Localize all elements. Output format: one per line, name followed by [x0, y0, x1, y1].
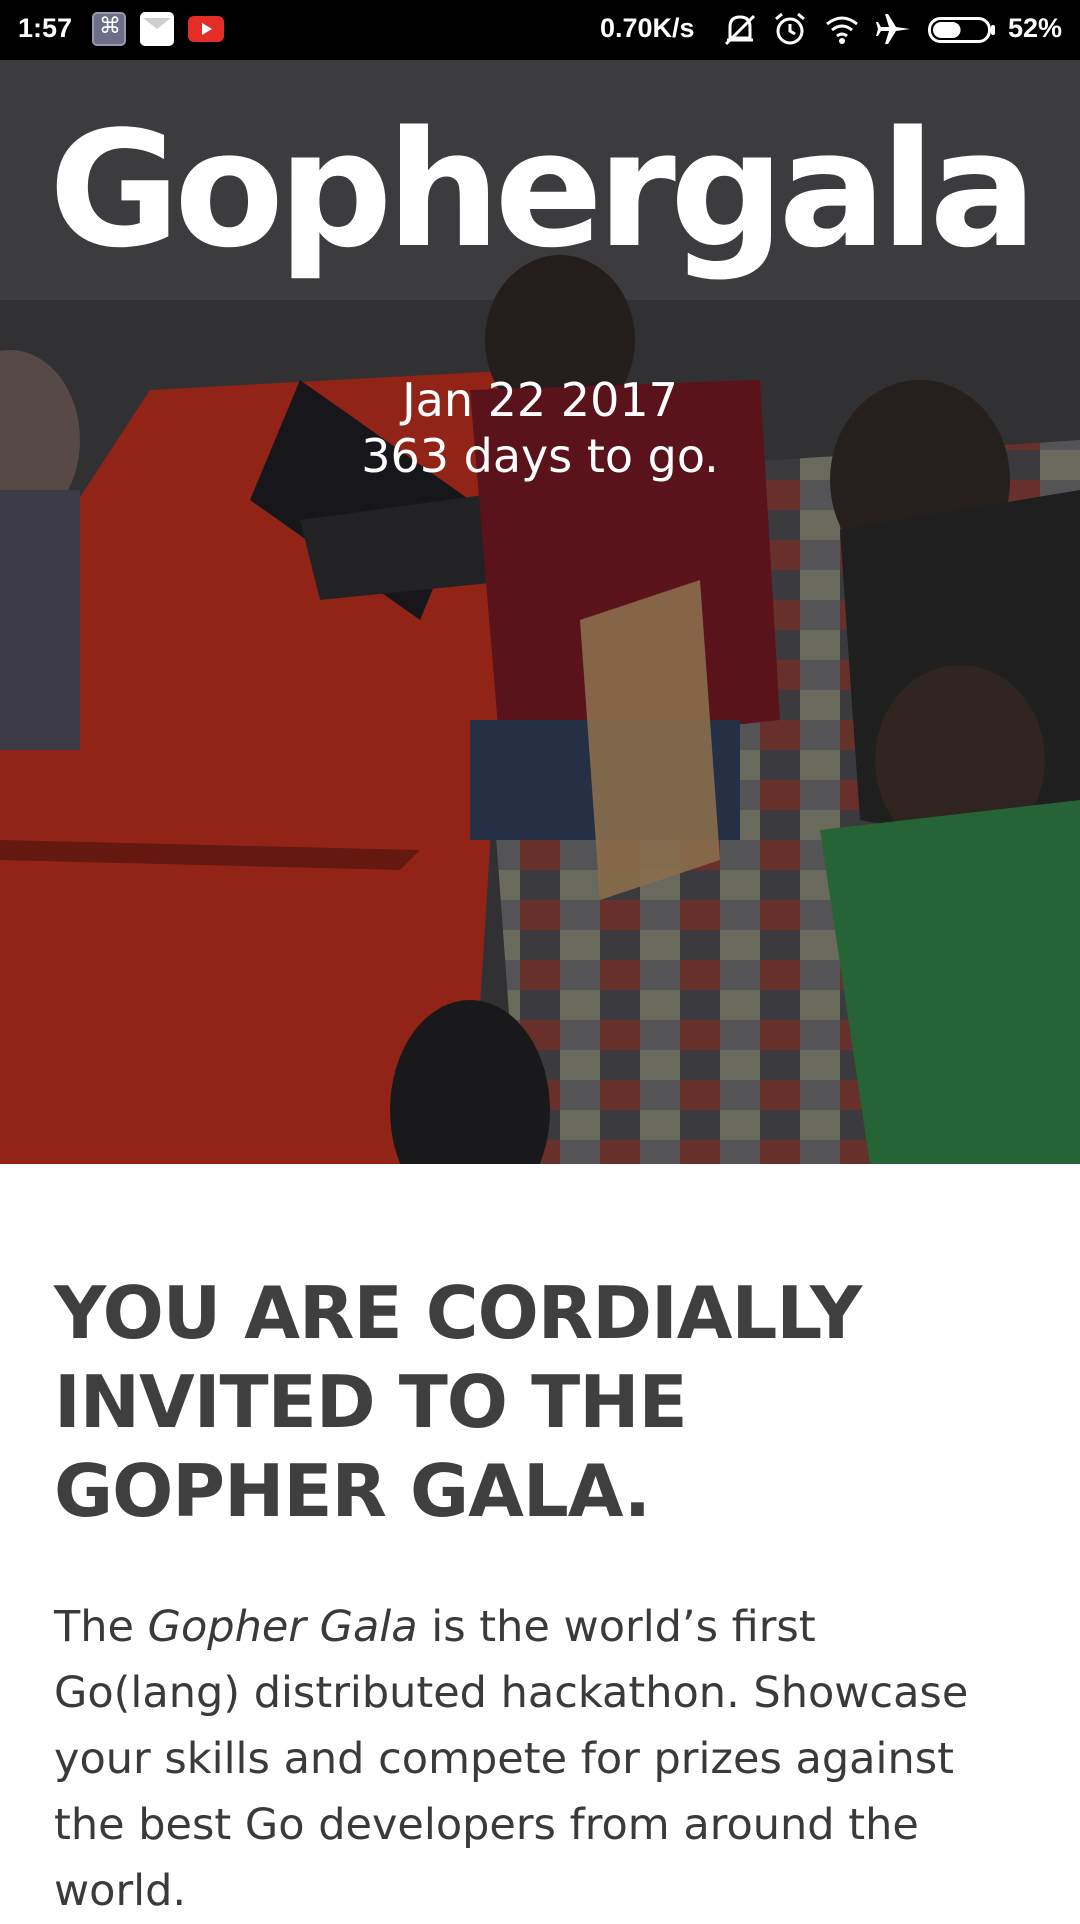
battery-icon — [928, 17, 996, 43]
hero-banner: Gophergala Jan 22 2017 363 days to go. — [0, 60, 1080, 1164]
hero-title: Gophergala — [48, 96, 1037, 283]
misc-app-icon — [92, 12, 126, 46]
intro-paragraph: The Gopher Gala is the world’s first Go(… — [54, 1594, 1014, 1924]
intro-prefix: The — [54, 1602, 148, 1652]
status-bar: 1:57 0.70K/s 52% — [0, 0, 1080, 60]
intro-emphasis: Gopher Gala — [147, 1602, 418, 1652]
battery-percent: 52% — [1008, 13, 1063, 43]
countdown-text: 363 days to go. — [361, 429, 719, 483]
status-time: 1:57 — [18, 13, 73, 43]
mail-icon — [140, 12, 174, 46]
event-date: Jan 22 2017 — [402, 373, 678, 427]
youtube-icon — [188, 16, 224, 42]
alarm-icon — [772, 10, 808, 48]
airplane-icon — [876, 10, 912, 48]
wifi-icon — [824, 10, 860, 48]
mute-bell-icon — [722, 10, 758, 48]
invite-heading: YOU ARE CORDIALLY INVITED TO THE GOPHER … — [54, 1271, 862, 1533]
network-speed: 0.70K/s — [600, 13, 695, 43]
